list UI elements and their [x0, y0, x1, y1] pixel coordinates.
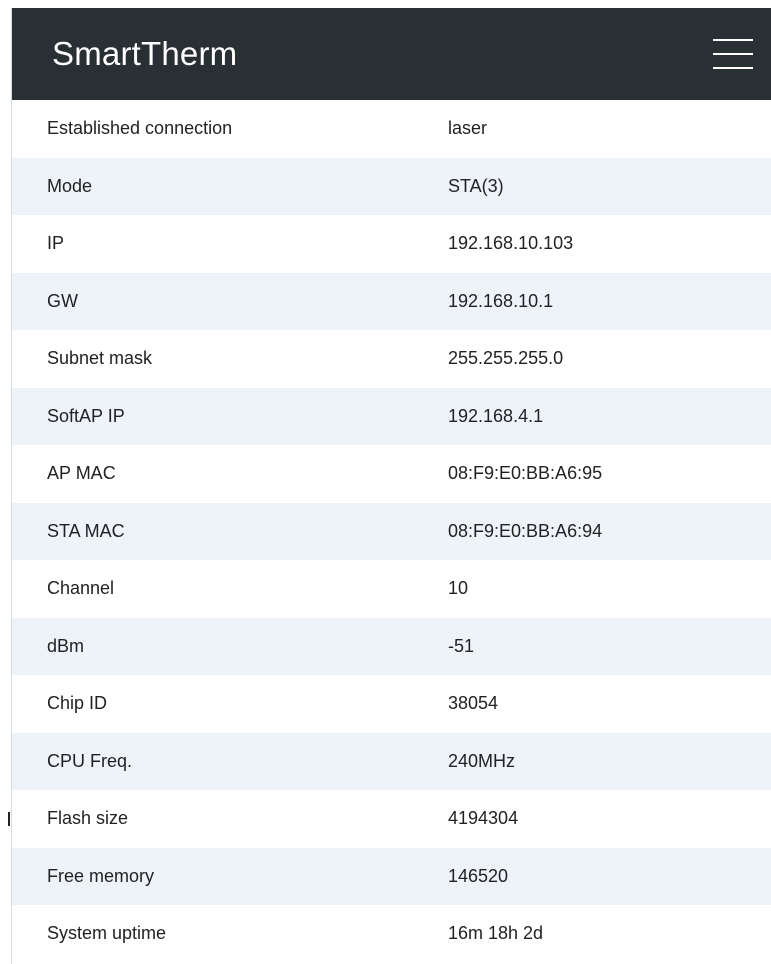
- hamburger-menu-icon[interactable]: [713, 37, 753, 71]
- table-row: dBm -51: [12, 617, 771, 675]
- table-row: Subnet mask 255.255.255.0: [12, 330, 771, 388]
- table-row: CPU Freq. 240MHz: [12, 732, 771, 790]
- table-row: Established connection laser: [12, 100, 771, 158]
- row-value: 10: [448, 578, 469, 599]
- row-key: CPU Freq.: [47, 750, 133, 771]
- row-key: GW: [47, 290, 78, 311]
- row-value: STA(3): [448, 175, 504, 196]
- menu-bar: [713, 39, 753, 41]
- row-key: STA MAC: [47, 520, 125, 541]
- table-row: Chip ID 38054: [12, 675, 771, 733]
- table-row: Flash size 4194304: [12, 790, 771, 848]
- table-row: AP MAC 08:F9:E0:BB:A6:95: [12, 445, 771, 503]
- row-value: 240MHz: [448, 750, 516, 771]
- row-value: -51: [448, 635, 475, 656]
- row-key: System uptime: [47, 923, 167, 944]
- edge-marker: [8, 812, 10, 826]
- table-row: Channel 10: [12, 560, 771, 618]
- row-key: IP: [47, 233, 65, 254]
- row-value: 38054: [448, 693, 499, 714]
- row-value: 16m 18h 2d: [448, 923, 544, 944]
- menu-bar: [713, 67, 753, 69]
- row-value: 4194304: [448, 808, 519, 829]
- row-value: 192.168.4.1: [448, 405, 544, 426]
- app-window: SmartTherm Established connection laser …: [0, 0, 771, 964]
- row-key: Flash size: [47, 808, 129, 829]
- row-key: Subnet mask: [47, 348, 153, 369]
- table-row: Free memory 146520: [12, 847, 771, 905]
- row-value: 146520: [448, 865, 509, 886]
- row-key: Mode: [47, 175, 93, 196]
- navbar: SmartTherm: [12, 8, 771, 100]
- table-row: Mode STA(3): [12, 157, 771, 215]
- table-row: SoftAP IP 192.168.4.1: [12, 387, 771, 445]
- row-key: Channel: [47, 578, 115, 599]
- row-value: 192.168.10.1: [448, 290, 554, 311]
- row-key: Free memory: [47, 865, 155, 886]
- row-value: 08:F9:E0:BB:A6:94: [448, 520, 603, 541]
- row-key: Established connection: [47, 118, 233, 139]
- row-value: 255.255.255.0: [448, 348, 564, 369]
- system-info-table: Established connection laser Mode STA(3)…: [12, 100, 771, 963]
- table-row: STA MAC 08:F9:E0:BB:A6:94: [12, 502, 771, 560]
- row-key: dBm: [47, 635, 85, 656]
- table-row: System uptime 16m 18h 2d: [12, 905, 771, 963]
- row-value: laser: [448, 118, 488, 139]
- row-key: AP MAC: [47, 463, 116, 484]
- menu-bar: [713, 53, 753, 55]
- row-value: 192.168.10.103: [448, 233, 574, 254]
- table-row: GW 192.168.10.1: [12, 272, 771, 330]
- brand-title[interactable]: SmartTherm: [52, 32, 237, 76]
- table-row: IP 192.168.10.103: [12, 215, 771, 273]
- row-value: 08:F9:E0:BB:A6:95: [448, 463, 603, 484]
- row-key: Chip ID: [47, 693, 108, 714]
- row-key: SoftAP IP: [47, 405, 125, 426]
